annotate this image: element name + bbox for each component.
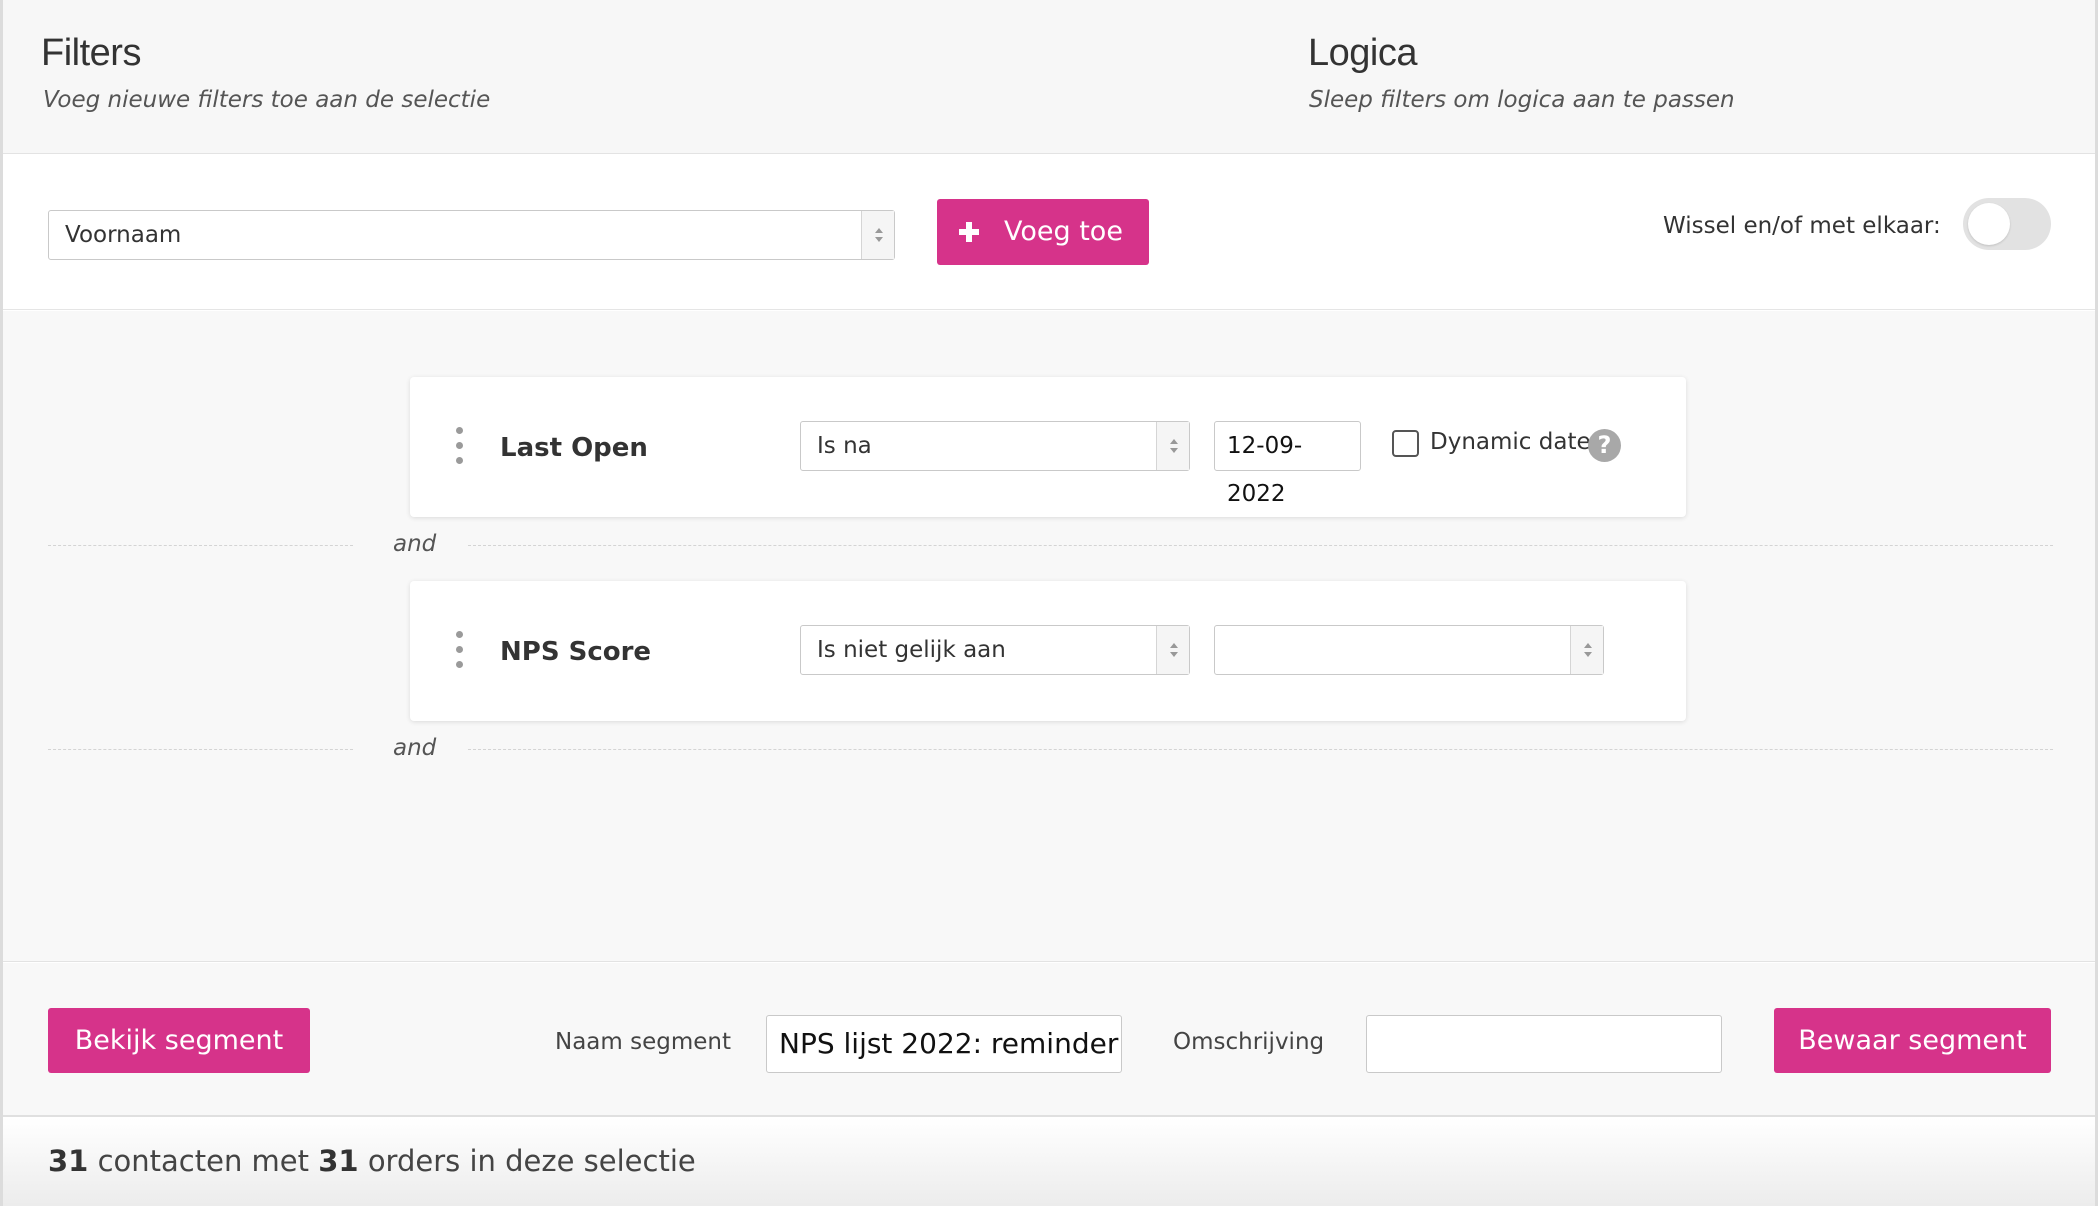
drag-handle-icon[interactable] <box>455 427 463 465</box>
selection-summary: 31 contacten met 31 orders in deze selec… <box>48 1144 696 1178</box>
filter-label: Last Open <box>500 433 648 463</box>
field-select[interactable]: Voornaam <box>48 210 895 260</box>
date-input[interactable]: 12-09-2022 <box>1214 421 1361 507</box>
connector-label[interactable]: and <box>393 735 436 761</box>
filter-label: NPS Score <box>500 637 652 667</box>
segment-name-input[interactable]: NPS lijst 2022: reminder 1 <box>766 1015 1122 1073</box>
dynamic-date-checkbox[interactable] <box>1392 430 1419 457</box>
add-filter-button[interactable]: Voeg toe <box>937 199 1149 265</box>
operator-select[interactable]: Is na <box>800 421 1190 471</box>
page-header: Filters Voeg nieuwe filters toe aan de s… <box>3 0 2095 154</box>
drag-handle-icon[interactable] <box>455 631 463 669</box>
description-label: Omschrijving <box>1173 1029 1325 1055</box>
contacts-text: contacten met <box>97 1144 310 1178</box>
filters-title: Filters <box>41 32 141 74</box>
connector-row: and <box>48 531 2053 561</box>
selection-status-bar: 31 contacten met 31 orders in deze selec… <box>3 1118 2095 1206</box>
description-input[interactable] <box>1366 1015 1722 1073</box>
logic-subtitle: Sleep filters om logica aan te passen <box>1309 87 1735 113</box>
operator-select-value: Is niet gelijk aan <box>817 637 1006 663</box>
segment-name-label: Naam segment <box>555 1029 731 1055</box>
filter-toolbar: Voornaam Voeg toe Wissel en/of met elkaa… <box>3 155 2095 310</box>
view-segment-button[interactable]: Bekijk segment <box>48 1008 310 1073</box>
toggle-knob <box>1968 203 2010 245</box>
select-arrows-icon <box>1570 626 1603 674</box>
select-arrows-icon <box>1156 626 1189 674</box>
filter-card-nps-score[interactable]: NPS Score Is niet gelijk aan <box>410 581 1686 721</box>
orders-count: 31 <box>318 1144 359 1178</box>
field-select-value: Voornaam <box>65 222 182 248</box>
select-arrows-icon <box>861 211 894 259</box>
operator-select-value: Is na <box>817 433 872 459</box>
operator-select[interactable]: Is niet gelijk aan <box>800 625 1190 675</box>
value-select[interactable] <box>1214 625 1604 675</box>
contacts-count: 31 <box>48 1144 89 1178</box>
orders-text: orders in deze selectie <box>367 1144 696 1178</box>
save-segment-button[interactable]: Bewaar segment <box>1774 1008 2051 1073</box>
filter-card-last-open[interactable]: Last Open Is na 12-09-2022 Dynamic date … <box>410 377 1686 517</box>
help-icon[interactable]: ? <box>1588 429 1621 462</box>
select-arrows-icon <box>1156 422 1189 470</box>
filters-subtitle: Voeg nieuwe filters toe aan de selectie <box>43 87 491 113</box>
filter-canvas: Last Open Is na 12-09-2022 Dynamic date … <box>3 311 2095 962</box>
logic-title: Logica <box>1308 32 1417 74</box>
connector-row: and <box>48 735 2053 765</box>
segment-save-bar: Bekijk segment Naam segment NPS lijst 20… <box>3 963 2095 1117</box>
add-filter-label: Voeg toe <box>1004 216 1123 247</box>
toggle-label: Wissel en/of met elkaar: <box>1663 213 1941 239</box>
dynamic-date-label[interactable]: Dynamic date <box>1430 429 1591 455</box>
plus-icon <box>959 222 979 242</box>
connector-label[interactable]: and <box>393 531 436 557</box>
and-or-toggle[interactable] <box>1963 198 2051 250</box>
